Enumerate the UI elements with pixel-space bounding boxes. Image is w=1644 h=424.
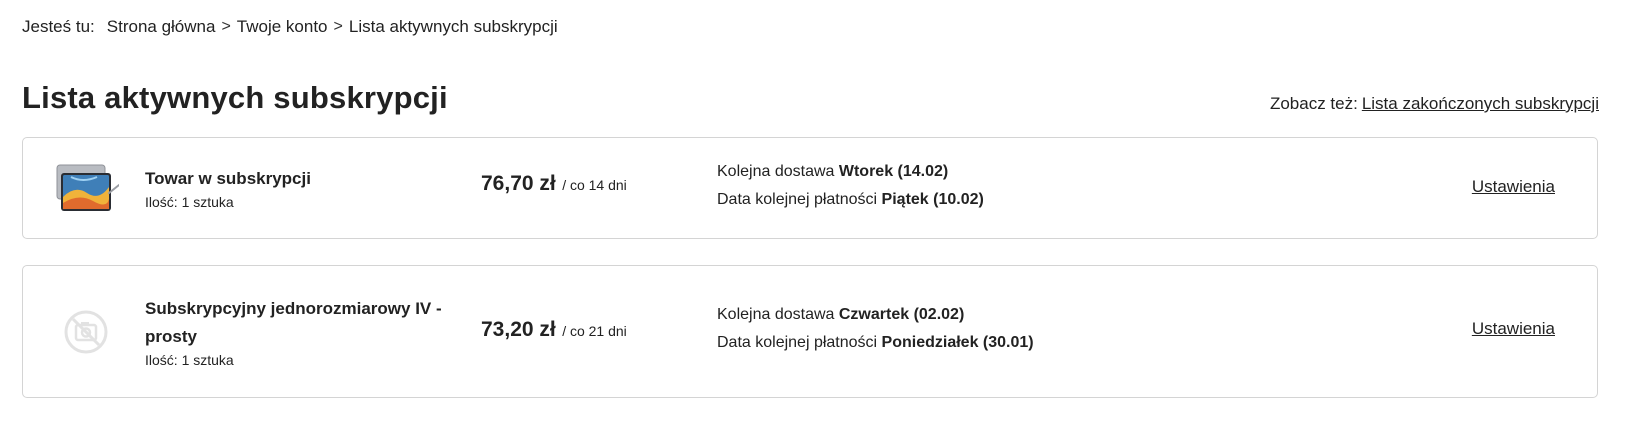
breadcrumb-item-current: Lista aktywnych subskrypcji	[348, 17, 558, 36]
next-delivery-label: Kolejna dostawa	[717, 163, 835, 180]
next-delivery: Kolejna dostawa Wtorek (14.02)	[717, 158, 984, 186]
see-also-label: Zobacz też:	[1269, 94, 1358, 113]
settings-link[interactable]: Ustawienia	[1472, 319, 1555, 339]
tablet-image[interactable]	[53, 156, 119, 222]
price-amount: 73,20 zł	[481, 318, 556, 341]
subscription-card: Towar w subskrypcji Ilość: 1 sztuka 76,7…	[22, 137, 1598, 239]
next-payment: Data kolejnej płatności Piątek (10.02)	[717, 186, 984, 214]
price: 76,70 zł / co 14 dni	[481, 172, 627, 196]
next-delivery-value: Wtorek (14.02)	[838, 163, 949, 180]
price-amount: 76,70 zł	[481, 172, 556, 195]
see-also: Zobacz też: Lista zakończonych subskrypcj…	[1270, 94, 1599, 114]
product-info: Towar w subskrypcji Ilość: 1 sztuka	[145, 165, 445, 211]
price: 73,20 zł / co 21 dni	[481, 318, 627, 342]
next-payment-value: Piątek (10.02)	[881, 191, 984, 208]
subscription-card: Subskrypcyjny jednorozmiarowy IV - prost…	[22, 265, 1598, 398]
next-payment: Data kolejnej płatności Poniedziałek (30…	[717, 329, 1034, 357]
next-payment-label: Data kolejnej płatności	[717, 334, 878, 351]
breadcrumb: Jesteś tu: Strona główna > Twoje konto >…	[22, 17, 558, 37]
ended-subscriptions-link[interactable]: Lista zakończonych subskrypcji	[1362, 94, 1599, 113]
breadcrumb-item-home[interactable]: Strona główna	[107, 17, 216, 37]
next-delivery-value: Czwartek (02.02)	[838, 306, 965, 323]
product-name[interactable]: Towar w subskrypcji	[145, 165, 445, 193]
breadcrumb-item-account[interactable]: Twoje konto	[237, 17, 328, 37]
next-delivery-label: Kolejna dostawa	[717, 306, 835, 323]
next-delivery: Kolejna dostawa Czwartek (02.02)	[717, 301, 1034, 329]
page-title: Lista aktywnych subskrypcji	[22, 80, 448, 115]
price-period: / co 14 dni	[562, 177, 627, 193]
price-period: / co 21 dni	[562, 323, 627, 339]
product-info: Subskrypcyjny jednorozmiarowy IV - prost…	[145, 295, 445, 369]
no-image-icon[interactable]	[53, 299, 119, 365]
delivery-info: Kolejna dostawa Wtorek (14.02) Data kole…	[717, 158, 984, 214]
settings-link[interactable]: Ustawienia	[1472, 177, 1555, 197]
breadcrumb-separator-icon: >	[221, 18, 231, 35]
product-quantity: Ilość: 1 sztuka	[145, 194, 234, 210]
next-payment-label: Data kolejnej płatności	[717, 191, 878, 208]
breadcrumb-separator-icon: >	[333, 18, 343, 35]
product-name[interactable]: Subskrypcyjny jednorozmiarowy IV - prost…	[145, 295, 445, 351]
product-quantity: Ilość: 1 sztuka	[145, 352, 234, 368]
delivery-info: Kolejna dostawa Czwartek (02.02) Data ko…	[717, 301, 1034, 357]
next-payment-value: Poniedziałek (30.01)	[881, 334, 1034, 351]
page: Jesteś tu: Strona główna > Twoje konto >…	[0, 0, 1644, 424]
breadcrumb-prefix: Jesteś tu:	[22, 17, 95, 36]
